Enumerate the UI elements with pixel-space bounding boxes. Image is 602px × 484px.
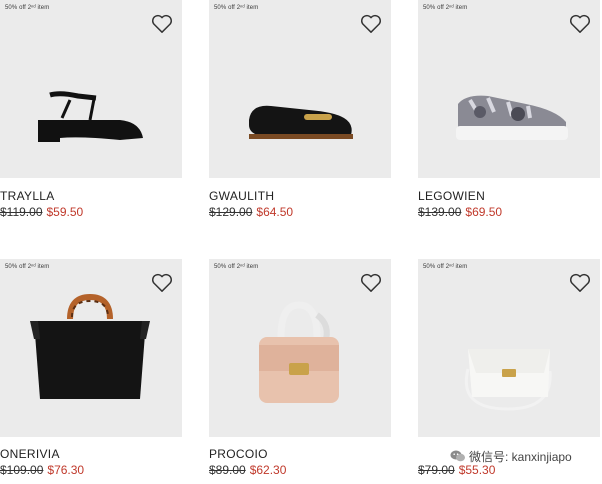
sale-price: $76.30 [47,463,85,477]
product-price: $79.00 $55.30 [418,463,495,477]
sale-price: $55.30 [458,463,496,477]
sale-price: $69.50 [465,205,503,219]
promo-label: 50% off 2ⁿᵈ item [423,264,468,270]
original-price: $89.00 [209,463,246,477]
product-card[interactable]: 50% off 2ⁿᵈ item TRAYLLA $119.00 $59.50 [0,0,182,230]
sale-price: $62.30 [249,463,287,477]
wishlist-heart-icon[interactable] [360,14,382,34]
product-price: $139.00 $69.50 [418,205,502,219]
product-name[interactable]: PROCOIO [209,447,268,461]
product-price: $109.00 $76.30 [0,463,84,477]
promo-label: 50% off 2ⁿᵈ item [214,5,259,11]
product-image[interactable]: 50% off 2ⁿᵈ item [209,259,391,437]
product-price: $129.00 $64.50 [209,205,293,219]
promo-label: 50% off 2ⁿᵈ item [423,5,468,11]
watermark: 微信号: kanxinjiapo [448,447,574,465]
product-card[interactable]: 50% off 2ⁿᵈ item GWAULITH $129.00 $64.50 [209,0,391,230]
original-price: $109.00 [0,463,44,477]
product-price: $89.00 $62.30 [209,463,286,477]
product-name[interactable]: ONERIVIA [0,447,60,461]
original-price: $79.00 [418,463,455,477]
original-price: $139.00 [418,205,462,219]
product-name[interactable]: TRAYLLA [0,189,55,203]
product-image[interactable]: 50% off 2ⁿᵈ item [418,0,600,178]
wechat-icon [450,450,465,462]
wishlist-heart-icon[interactable] [360,273,382,293]
sale-price: $64.50 [256,205,294,219]
product-price: $119.00 $59.50 [0,205,83,219]
original-price: $129.00 [209,205,253,219]
product-card[interactable]: 50% off 2ⁿᵈ item PROCOIO $89.00 $62.30 [209,259,391,484]
watermark-text: 微信号: kanxinjiapo [469,449,572,464]
original-price: $119.00 [0,205,43,219]
product-image[interactable]: 50% off 2ⁿᵈ item [0,259,182,437]
promo-label: 50% off 2ⁿᵈ item [214,264,259,270]
product-name[interactable]: LEGOWIEN [418,189,485,203]
product-image[interactable]: 50% off 2ⁿᵈ item [0,0,182,178]
wishlist-heart-icon[interactable] [151,14,173,34]
promo-label: 50% off 2ⁿᵈ item [5,264,50,270]
wishlist-heart-icon[interactable] [569,273,591,293]
product-image[interactable]: 50% off 2ⁿᵈ item [209,0,391,178]
wishlist-heart-icon[interactable] [151,273,173,293]
sale-price: $59.50 [46,205,84,219]
product-image[interactable]: 50% off 2ⁿᵈ item [418,259,600,437]
product-card[interactable]: 50% off 2ⁿᵈ item LEGOWIEN $139.00 $69.50 [418,0,600,230]
wishlist-heart-icon[interactable] [569,14,591,34]
promo-label: 50% off 2ⁿᵈ item [5,5,50,11]
product-name[interactable]: GWAULITH [209,189,274,203]
product-card[interactable]: 50% off 2ⁿᵈ item ONERIVIA $109.00 $76.30 [0,259,182,484]
